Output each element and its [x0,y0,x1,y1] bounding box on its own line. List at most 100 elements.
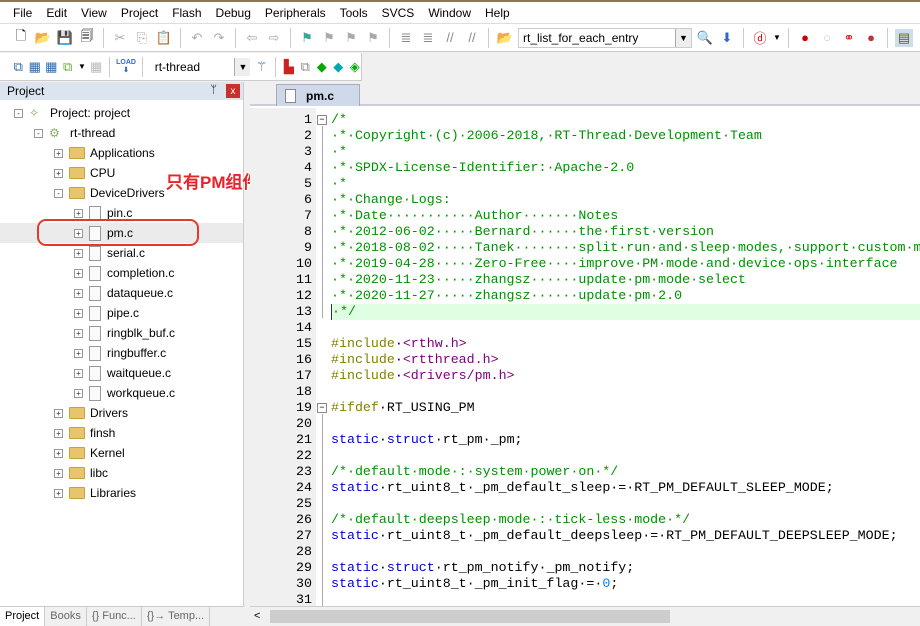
scroll-left-icon[interactable]: < [254,610,260,622]
expand-icon[interactable]: + [54,468,63,478]
select-packs-icon[interactable]: ◆ [332,58,344,76]
batch-build-icon[interactable]: ⧉ [61,58,73,76]
bookmark-icon[interactable]: ⚑ [298,29,316,47]
debug-session-icon[interactable]: ⓓ [751,29,769,47]
expand-icon[interactable]: + [74,208,83,218]
expand-icon[interactable]: + [74,288,83,298]
tab-pm-c[interactable]: pm.c [276,84,360,106]
tree-item[interactable]: + Applications [0,143,243,163]
expand-icon[interactable]: + [74,348,83,358]
menu-window[interactable]: Window [421,6,478,20]
expand-icon[interactable]: + [74,268,83,278]
redo-icon[interactable]: ↷ [210,29,228,47]
tree-item[interactable]: + finsh [0,423,243,443]
tree-item[interactable]: + Libraries [0,483,243,503]
new-file-icon[interactable]: 🗋 [12,28,30,47]
chevron-down-icon[interactable]: ▼ [78,58,86,76]
scrollbar-thumb[interactable] [270,610,670,623]
target-options-icon[interactable]: ⚚ [255,58,268,76]
paste-icon[interactable]: 📋 [155,29,173,47]
chevron-down-icon[interactable]: ▼ [773,29,781,47]
copy-icon[interactable]: ⎘ [133,29,151,47]
unindent-icon[interactable]: ≣ [419,29,437,47]
breakpoint-icon[interactable]: ● [796,29,814,47]
next-bookmark-icon[interactable]: ⚑ [342,29,360,47]
build-icon[interactable]: ▦ [28,58,41,76]
disable-all-breakpoints-icon[interactable]: ⚭ [840,29,858,47]
tree-item[interactable]: + pipe.c [0,303,243,323]
code-area[interactable]: 1 /* 2 ·*·Copyright·(c)·2006-2018,·RT-Threa… [250,108,920,606]
expand-icon[interactable]: + [54,448,63,458]
menu-project[interactable]: Project [114,6,165,20]
menu-file[interactable]: File [6,6,39,20]
panel-tab[interactable]: Project [0,607,46,626]
tree-item[interactable]: + waitqueue.c [0,363,243,383]
menu-svcs[interactable]: SVCS [375,6,422,20]
pack-installer-icon[interactable]: ◈ [349,58,361,76]
save-icon[interactable]: 💾 [56,29,74,47]
save-all-icon[interactable]: 🗐 [78,28,96,47]
uncomment-icon[interactable]: // [463,29,481,47]
load-icon[interactable]: LOAD ⬇ [116,58,136,76]
expand-icon[interactable]: + [54,168,63,178]
expand-icon[interactable]: + [54,408,63,418]
panel-tab[interactable]: {}→ Temp... [142,607,211,626]
menu-debug[interactable]: Debug [209,6,258,20]
expand-icon[interactable]: + [74,388,83,398]
incremental-find-icon[interactable]: ⬇ [718,29,736,47]
tree-item[interactable]: - ✧ Project: project [0,103,243,123]
window-layout-icon[interactable]: ▤ [895,28,913,47]
clear-bookmarks-icon[interactable]: ⚑ [364,29,382,47]
tree-item[interactable]: + dataqueue.c [0,283,243,303]
panel-tab[interactable]: {} Func... [87,607,142,626]
menu-tools[interactable]: Tools [333,6,375,20]
find-icon[interactable]: 🔍 [696,29,714,47]
cut-icon[interactable]: ✂ [111,29,129,47]
indent-icon[interactable]: ≣ [397,29,415,47]
rebuild-icon[interactable]: ▦ [45,58,57,76]
back-icon[interactable]: ⇦ [243,29,261,47]
tree-item[interactable]: + ringblk_buf.c [0,323,243,343]
file-extensions-icon[interactable]: ⧉ [299,58,311,76]
fold-icon[interactable]: − [317,115,327,125]
tree-item[interactable]: + libc [0,463,243,483]
kill-breakpoints-icon[interactable]: ● [862,29,880,47]
tree-item[interactable]: - ⚙ rt-thread [0,123,243,143]
tree-item[interactable]: + serial.c [0,243,243,263]
horizontal-scrollbar[interactable]: < [250,606,920,626]
tree-item[interactable]: + completion.c [0,263,243,283]
menu-peripherals[interactable]: Peripherals [258,6,333,20]
expand-icon[interactable]: + [54,428,63,438]
panel-tab[interactable]: Books [45,607,87,626]
target-combo[interactable]: rt-thread ▼ [149,56,252,77]
fold-icon[interactable]: − [317,403,327,413]
chevron-down-icon[interactable]: ▼ [234,57,251,76]
manage-run-time-icon[interactable]: ◆ [316,58,328,76]
expand-icon[interactable]: + [74,328,83,338]
prev-bookmark-icon[interactable]: ⚑ [320,29,338,47]
expand-icon[interactable]: + [74,368,83,378]
expand-icon[interactable]: + [54,148,63,158]
expand-icon[interactable]: + [74,308,83,318]
undo-icon[interactable]: ↶ [188,29,206,47]
find-combo[interactable]: rt_list_for_each_entry ▼ [518,27,692,48]
chevron-down-icon[interactable]: ▼ [675,28,691,47]
disable-breakpoint-icon[interactable]: ○ [818,29,836,47]
pin-icon[interactable]: ᛘ [210,84,217,96]
forward-icon[interactable]: ⇨ [265,29,283,47]
tree-item[interactable]: + workqueue.c [0,383,243,403]
translate-icon[interactable]: ⧉ [12,58,24,76]
tree-item[interactable]: + Kernel [0,443,243,463]
menu-edit[interactable]: Edit [39,6,74,20]
collapse-icon[interactable]: - [14,108,23,118]
menu-flash[interactable]: Flash [165,6,208,20]
expand-icon[interactable]: + [74,248,83,258]
stop-build-icon[interactable]: ▦ [90,58,102,76]
tree-item[interactable]: + Drivers [0,403,243,423]
comment-icon[interactable]: // [441,29,459,47]
tree-item[interactable]: + ringbuffer.c [0,343,243,363]
close-icon[interactable]: x [226,84,240,98]
find-in-files-icon[interactable]: 📂 [496,29,514,47]
collapse-icon[interactable]: - [54,188,63,198]
expand-icon[interactable]: + [54,488,63,498]
